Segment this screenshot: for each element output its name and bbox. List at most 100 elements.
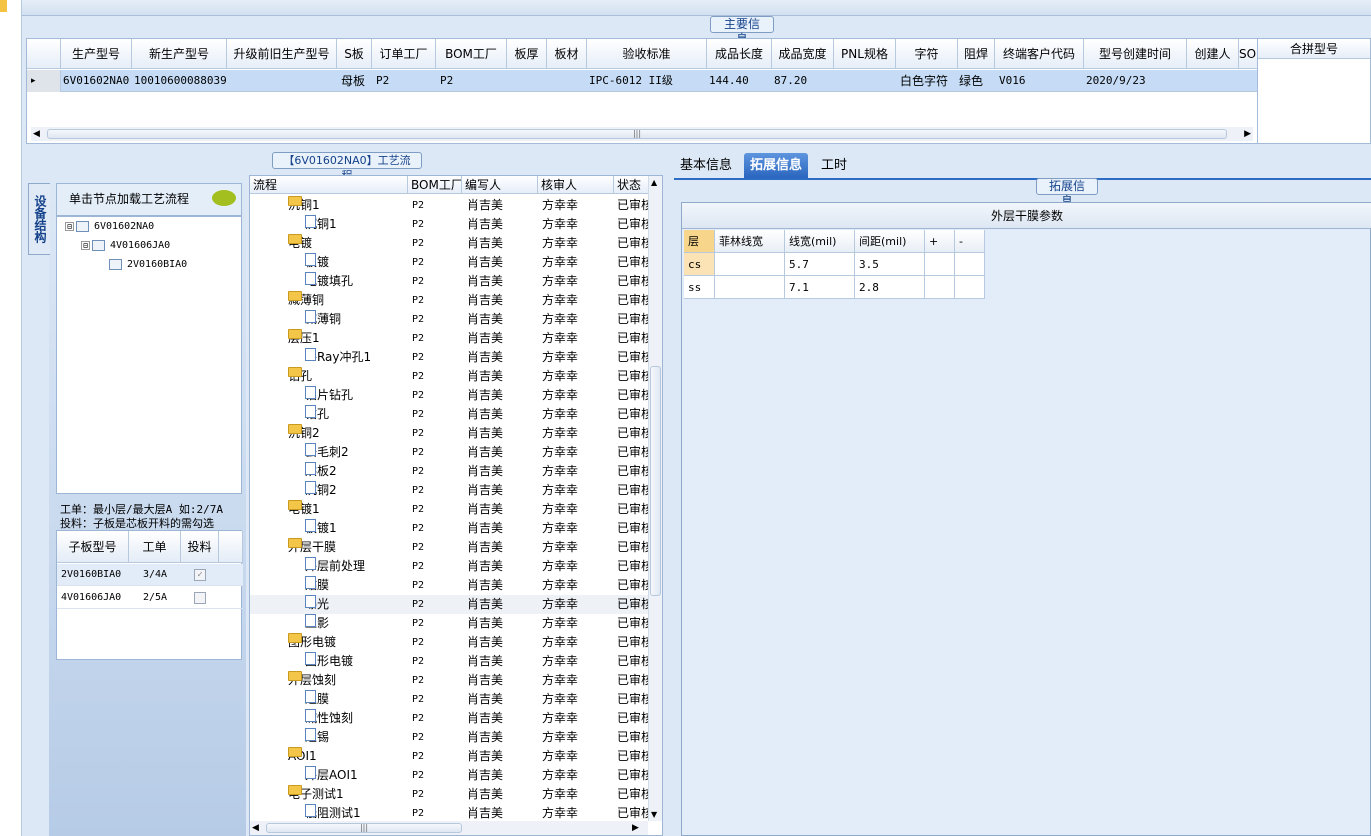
- col-header[interactable]: 成品宽度: [772, 39, 834, 69]
- main-info-grid[interactable]: 生产型号 新生产型号 升级前旧生产型号 S板 订单工厂 BOM工厂 板厚 板材 …: [26, 38, 1259, 144]
- scroll-thumb[interactable]: |||: [266, 823, 462, 833]
- process-step-group[interactable]: 沉铜1 P2 肖吉美 方幸幸 已审核: [250, 196, 653, 215]
- cell-new-model[interactable]: 10010600088039: [132, 70, 227, 92]
- col-header[interactable]: BOM工厂: [436, 39, 507, 69]
- cell-solder-mask[interactable]: 绿色: [957, 70, 983, 92]
- cell-film[interactable]: [715, 253, 785, 276]
- horizontal-splitter[interactable]: [22, 145, 1371, 153]
- process-step[interactable]: 退锡 P2 肖吉美 方幸幸 已审核: [250, 728, 653, 747]
- tree-node[interactable]: ⊟ 4V01606JA0: [81, 238, 170, 254]
- cell-line-width[interactable]: 5.7: [785, 253, 855, 276]
- col-header[interactable]: 子板型号: [57, 531, 129, 563]
- cell-width[interactable]: 87.20: [772, 70, 807, 92]
- col-header[interactable]: 编写人: [462, 176, 538, 194]
- cell-spacing[interactable]: 2.8: [855, 276, 925, 299]
- col-header[interactable]: 型号创建时间: [1084, 39, 1187, 69]
- process-step[interactable]: 退膜 P2 肖吉美 方幸幸 已审核: [250, 690, 653, 709]
- process-step-group[interactable]: 电镀1 P2 肖吉美 方幸幸 已审核: [250, 500, 653, 519]
- process-step[interactable]: 板镀1 P2 肖吉美 方幸幸 已审核: [250, 519, 653, 538]
- cell-s-board[interactable]: 母板: [339, 70, 365, 92]
- grid-horizontal-scrollbar[interactable]: ◀ ||| ▶: [31, 127, 1253, 141]
- tree-node[interactable]: 2V0160BIA0: [109, 257, 187, 273]
- cell-length[interactable]: 144.40: [707, 70, 749, 92]
- col-header[interactable]: SO: [1239, 39, 1259, 69]
- sub-board-grid[interactable]: 子板型号 工单 投料 2V0160BIA0 3/4A ✓ 4V01606JA0 …: [56, 530, 243, 660]
- process-step-group[interactable]: 图形电镀 P2 肖吉美 方幸幸 已审核: [250, 633, 653, 652]
- cell-model[interactable]: 6V01602NA0: [61, 70, 129, 92]
- process-step-group[interactable]: 外层干膜 P2 肖吉美 方幸幸 已审核: [250, 538, 653, 557]
- col-header[interactable]: 字符: [896, 39, 958, 69]
- process-step[interactable]: 烘板2 P2 肖吉美 方幸幸 已审核: [250, 462, 653, 481]
- process-step-group[interactable]: 减薄铜 P2 肖吉美 方幸幸 已审核: [250, 291, 653, 310]
- process-step[interactable]: 电镀填孔 P2 肖吉美 方幸幸 已审核: [250, 272, 653, 291]
- process-step[interactable]: 外层AOI1 P2 肖吉美 方幸幸 已审核: [250, 766, 653, 785]
- merge-model-panel[interactable]: 合拼型号: [1257, 38, 1371, 144]
- process-vertical-scrollbar[interactable]: ▲ ▼: [648, 176, 662, 821]
- col-header[interactable]: 订单工厂: [372, 39, 436, 69]
- col-header[interactable]: 阻焊: [958, 39, 995, 69]
- tab-basic-info[interactable]: 基本信息: [674, 153, 738, 178]
- remove-column-button[interactable]: -: [955, 230, 985, 253]
- cell-created[interactable]: 2020/9/23: [1084, 70, 1146, 92]
- add-column-button[interactable]: +: [925, 230, 955, 253]
- process-step[interactable]: 显影 P2 肖吉美 方幸幸 已审核: [250, 614, 653, 633]
- cell-layer[interactable]: ss: [684, 276, 715, 299]
- process-step[interactable]: 铝片钻孔 P2 肖吉美 方幸幸 已审核: [250, 386, 653, 405]
- col-header[interactable]: 核审人: [538, 176, 614, 194]
- cell-line-width[interactable]: 7.1: [785, 276, 855, 299]
- col-header[interactable]: 菲林线宽: [715, 230, 785, 253]
- process-step[interactable]: 沉铜2 P2 肖吉美 方幸幸 已审核: [250, 481, 653, 500]
- col-header[interactable]: 成品长度: [707, 39, 772, 69]
- process-step[interactable]: 外层前处理 P2 肖吉美 方幸幸 已审核: [250, 557, 653, 576]
- cell-spacing[interactable]: 3.5: [855, 253, 925, 276]
- table-row[interactable]: 4V01606JA0 2/5A: [57, 587, 243, 609]
- cell-order-factory[interactable]: P2: [374, 70, 389, 92]
- scroll-left-icon[interactable]: ◀: [33, 127, 40, 141]
- col-header[interactable]: 生产型号: [61, 39, 132, 69]
- process-step-group[interactable]: AOI1 P2 肖吉美 方幸幸 已审核: [250, 747, 653, 766]
- col-header[interactable]: 投料: [181, 531, 219, 563]
- scroll-right-icon[interactable]: ▶: [632, 821, 639, 835]
- device-structure-tab[interactable]: 设备结构: [28, 183, 50, 255]
- col-header[interactable]: 状态: [614, 176, 650, 194]
- cell-acceptance[interactable]: IPC-6012 II级: [587, 70, 673, 92]
- table-row[interactable]: 2V0160BIA0 3/4A ✓: [57, 564, 243, 586]
- scroll-thumb[interactable]: |||: [47, 129, 1227, 139]
- process-step[interactable]: X-Ray冲孔1 P2 肖吉美 方幸幸 已审核: [250, 348, 653, 367]
- process-step[interactable]: 板镀 P2 肖吉美 方幸幸 已审核: [250, 253, 653, 272]
- col-header[interactable]: 新生产型号: [132, 39, 227, 69]
- process-step[interactable]: 曝光 P2 肖吉美 方幸幸 已审核: [250, 595, 653, 614]
- vertical-splitter[interactable]: [664, 153, 674, 836]
- process-step-group[interactable]: 电镀P2肖吉美方幸幸已审核: [250, 234, 653, 253]
- col-header[interactable]: 流程: [250, 176, 408, 194]
- col-header[interactable]: 板厚: [507, 39, 547, 69]
- col-header[interactable]: 升级前旧生产型号: [227, 39, 337, 69]
- process-step-group[interactable]: 钻孔P2肖吉美方幸幸已审核: [250, 367, 653, 386]
- col-header[interactable]: 验收标准: [587, 39, 707, 69]
- process-step[interactable]: 沉铜1 P2 肖吉美 方幸幸 已审核: [250, 215, 653, 234]
- scroll-down-icon[interactable]: ▼: [651, 810, 657, 819]
- cell-bom-factory[interactable]: P2: [438, 70, 453, 92]
- scroll-up-icon[interactable]: ▲: [651, 178, 657, 187]
- grid-row-selected[interactable]: ▸ 6V01602NA0 10010600088039 母板 P2 P2 IPC…: [27, 70, 1259, 92]
- process-tree-grid[interactable]: 流程 BOM工厂 编写人 核审人 状态 沉铜1 P2 肖吉美 方幸幸 已审核 沉铜1 P2 肖…: [249, 175, 663, 836]
- cell-legend[interactable]: 白色字符: [898, 70, 948, 92]
- col-header[interactable]: 终端客户代码: [995, 39, 1084, 69]
- col-header[interactable]: S板: [337, 39, 372, 69]
- col-header[interactable]: BOM工厂: [408, 176, 462, 194]
- process-step-group[interactable]: 沉铜2 P2 肖吉美 方幸幸 已审核: [250, 424, 653, 443]
- scroll-left-icon[interactable]: ◀: [252, 821, 259, 835]
- cell-film[interactable]: [715, 276, 785, 299]
- feed-checkbox[interactable]: ✓: [194, 569, 206, 581]
- feed-checkbox[interactable]: [194, 592, 206, 604]
- col-header[interactable]: 线宽(mil): [785, 230, 855, 253]
- process-step-group[interactable]: 外层蚀刻 P2 肖吉美 方幸幸 已审核: [250, 671, 653, 690]
- structure-tree[interactable]: ⊟ 6V01602NA0 ⊟ 4V01606JA0 2V0160BIA0: [56, 216, 242, 494]
- tab-extended-info[interactable]: 拓展信息: [744, 153, 809, 178]
- process-step[interactable]: 减薄铜 P2 肖吉美 方幸幸 已审核: [250, 310, 653, 329]
- tree-node[interactable]: ⊟ 6V01602NA0: [65, 219, 154, 235]
- col-header[interactable]: 板材: [547, 39, 587, 69]
- process-step[interactable]: 图形电镀 P2 肖吉美 方幸幸 已审核: [250, 652, 653, 671]
- process-horizontal-scrollbar[interactable]: ◀ ||| ▶: [250, 821, 648, 835]
- process-step[interactable]: 贴膜 P2 肖吉美 方幸幸 已审核: [250, 576, 653, 595]
